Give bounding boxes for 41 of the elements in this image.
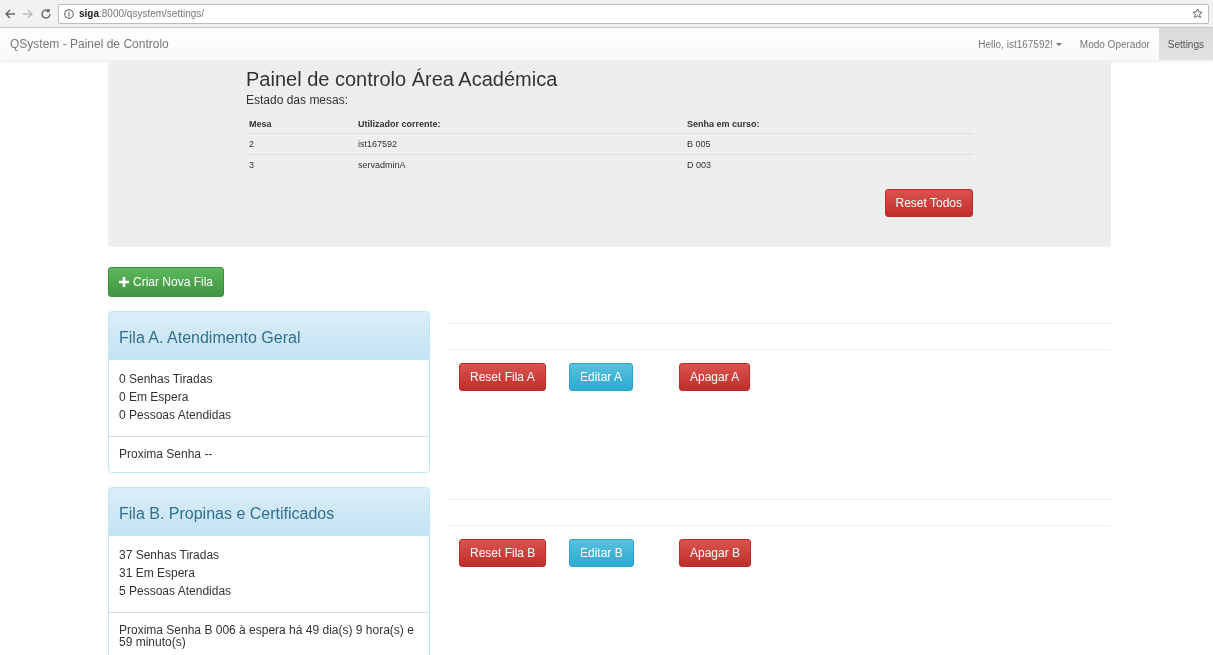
address-bar[interactable]: siga:8000/qsystem/settings/ [58,3,1209,24]
next-ticket-text: Proxima Senha B 006 à espera há 49 dia(s) 9 hora(s) e 59 minuto(s) [118,622,415,651]
queue-stat: 0 Senhas Tiradas [119,371,214,388]
nav-link[interactable]: Modo Operador [1070,28,1159,60]
table-cell: D 003 [684,154,973,175]
edit-button[interactable]: Editar B [569,539,634,567]
danger-button[interactable]: Apagar B [679,539,752,567]
nav-link[interactable]: Settings [1158,28,1213,60]
queue-stat: 0 Pessoas Atendidas [119,407,233,424]
table-cell: 2 [246,133,355,155]
danger-button[interactable]: Reset Fila B [459,539,547,567]
plus-icon [119,277,129,287]
queue-stat: 5 Pessoas Atendidas [119,583,233,600]
queue-title: Fila A. Atendimento Geral [109,312,429,360]
column-header: Utilizador corrente: [355,115,684,134]
caret-icon [1055,42,1062,46]
app-title[interactable]: QSystem - Painel de Controlo [0,28,970,60]
edit-button[interactable]: Editar A [569,363,634,391]
info-icon[interactable] [64,8,74,19]
column-header: Senha em curso: [684,115,973,134]
url-text: siga:8000/qsystem/settings/ [79,8,205,19]
table-cell: 3 [246,154,355,175]
danger-button[interactable]: Apagar A [679,363,751,391]
queue-stat: 0 Em Espera [119,389,190,406]
star-icon[interactable] [1192,8,1203,19]
table-caption: Estado das mesas: [246,93,350,107]
back-icon[interactable] [4,7,16,20]
table-cell: ist167592 [355,133,684,155]
reset-all-button[interactable]: Reset Todos [884,189,973,217]
create-queue-button[interactable]: Criar Nova Fila [108,267,224,297]
column-header: Mesa [246,115,355,134]
danger-button[interactable]: Reset Fila A [459,363,546,391]
table-cell: B 005 [684,133,973,155]
next-ticket-text: Proxima Senha -- [118,446,214,463]
user-menu[interactable]: Hello, ist167592! [969,28,1071,60]
reload-icon[interactable] [40,7,52,20]
table-cell: servadminA [355,154,684,175]
queue-stat: 37 Senhas Tiradas [119,547,221,564]
queue-title: Fila B. Propinas e Certificados [109,488,429,536]
queue-stat: 31 Em Espera [119,565,197,582]
panel-title: Painel de controlo Área Académica [246,68,559,91]
